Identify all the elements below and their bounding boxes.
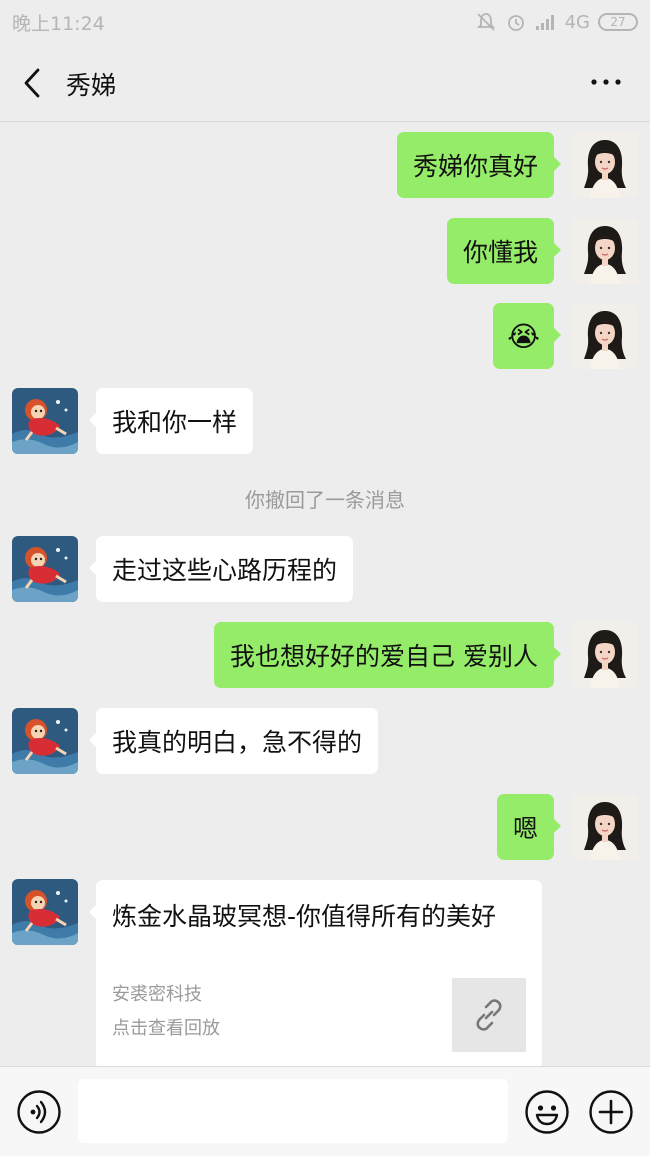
link-card-source: 安裘密科技 bbox=[112, 984, 202, 1005]
crying-emoji-icon: 😭 bbox=[507, 319, 540, 353]
alarm-clock-icon bbox=[507, 15, 524, 31]
input-bar bbox=[0, 1066, 650, 1156]
emoji-icon[interactable] bbox=[524, 1089, 570, 1135]
link-card-message[interactable]: 炼金水晶玻冥想-你值得所有的美好 安裘密科技 点击查看回放 bbox=[89, 880, 542, 1070]
chat-header: 秀娣 bbox=[0, 44, 650, 122]
link-icon bbox=[476, 999, 502, 1031]
message-text: 秀娣你真好 bbox=[412, 152, 538, 181]
my-avatar[interactable] bbox=[572, 794, 638, 860]
my-avatar[interactable] bbox=[572, 622, 638, 688]
voice-input-icon[interactable] bbox=[16, 1089, 62, 1135]
outgoing-message[interactable]: 秀娣你真好 bbox=[396, 132, 562, 198]
back-arrow-icon[interactable] bbox=[18, 66, 48, 100]
message-text: 我和你一样 bbox=[112, 408, 238, 437]
message-text: 你懂我 bbox=[462, 238, 538, 267]
chat-screen: 晚上11:24 4G 27 秀娣 秀娣你真好 你懂我 😭 我和你一样 你撤回了一… bbox=[0, 0, 650, 1156]
contact-avatar[interactable] bbox=[12, 536, 78, 602]
plus-icon[interactable] bbox=[588, 1089, 634, 1135]
chat-title: 秀娣 bbox=[66, 71, 117, 100]
incoming-message[interactable]: 走过这些心路历程的 bbox=[88, 536, 354, 602]
more-options-icon[interactable] bbox=[588, 72, 624, 92]
my-avatar[interactable] bbox=[572, 303, 638, 369]
my-avatar[interactable] bbox=[572, 218, 638, 284]
incoming-message[interactable]: 我和你一样 bbox=[88, 388, 254, 454]
link-card-title: 炼金水晶玻冥想-你值得所有的美好 bbox=[112, 902, 497, 931]
my-avatar[interactable] bbox=[572, 132, 638, 198]
message-input[interactable] bbox=[78, 1079, 508, 1143]
outgoing-message[interactable]: 你懂我 bbox=[446, 218, 562, 284]
message-text: 我也想好好的爱自己 爱别人 bbox=[230, 642, 538, 671]
status-time: 晚上11:24 bbox=[12, 12, 105, 35]
status-bar: 晚上11:24 4G 27 bbox=[0, 0, 650, 44]
contact-avatar[interactable] bbox=[12, 388, 78, 454]
outgoing-message[interactable]: 嗯 bbox=[496, 794, 562, 860]
recall-notice: 你撤回了一条消息 bbox=[245, 488, 405, 512]
signal-icon bbox=[535, 15, 554, 30]
battery-level: 27 bbox=[610, 15, 626, 29]
message-text: 走过这些心路历程的 bbox=[112, 556, 338, 585]
contact-avatar[interactable] bbox=[12, 708, 78, 774]
outgoing-message[interactable]: 我也想好好的爱自己 爱别人 bbox=[214, 622, 561, 688]
link-card-subtitle: 点击查看回放 bbox=[112, 1018, 220, 1039]
battery-icon: 27 bbox=[598, 13, 638, 31]
network-type: 4G bbox=[564, 11, 590, 33]
outgoing-emoji-message[interactable]: 😭 bbox=[493, 303, 561, 369]
link-card-thumbnail bbox=[452, 978, 526, 1052]
message-text: 我真的明白，急不得的 bbox=[112, 728, 363, 757]
incoming-message[interactable]: 我真的明白，急不得的 bbox=[88, 708, 379, 774]
contact-avatar[interactable] bbox=[12, 879, 78, 945]
mute-bell-icon bbox=[476, 13, 495, 31]
message-text: 嗯 bbox=[512, 814, 538, 843]
status-icons: 4G 27 bbox=[475, 11, 638, 33]
